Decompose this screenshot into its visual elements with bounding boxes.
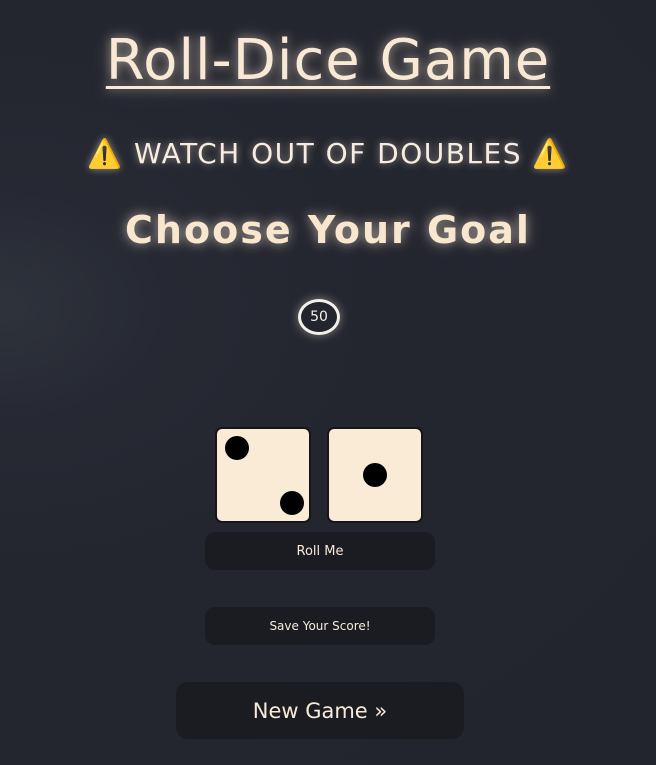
- die-pip: [225, 436, 249, 460]
- roll-button[interactable]: Roll Me: [205, 532, 435, 570]
- die-left: [215, 427, 311, 523]
- die-pip: [280, 491, 304, 515]
- doubles-warning: ⚠️ WATCH OUT OF DOUBLES ⚠️: [87, 137, 569, 170]
- goal-input[interactable]: [298, 299, 340, 335]
- dice-area: [215, 427, 425, 523]
- new-game-button[interactable]: New Game »: [176, 682, 464, 739]
- game-title: Roll-Dice Game: [105, 28, 551, 93]
- die-pip: [363, 463, 387, 487]
- die-right: [327, 427, 423, 523]
- goal-heading: Choose Your Goal: [125, 208, 531, 252]
- save-score-button[interactable]: Save Your Score!: [205, 607, 435, 645]
